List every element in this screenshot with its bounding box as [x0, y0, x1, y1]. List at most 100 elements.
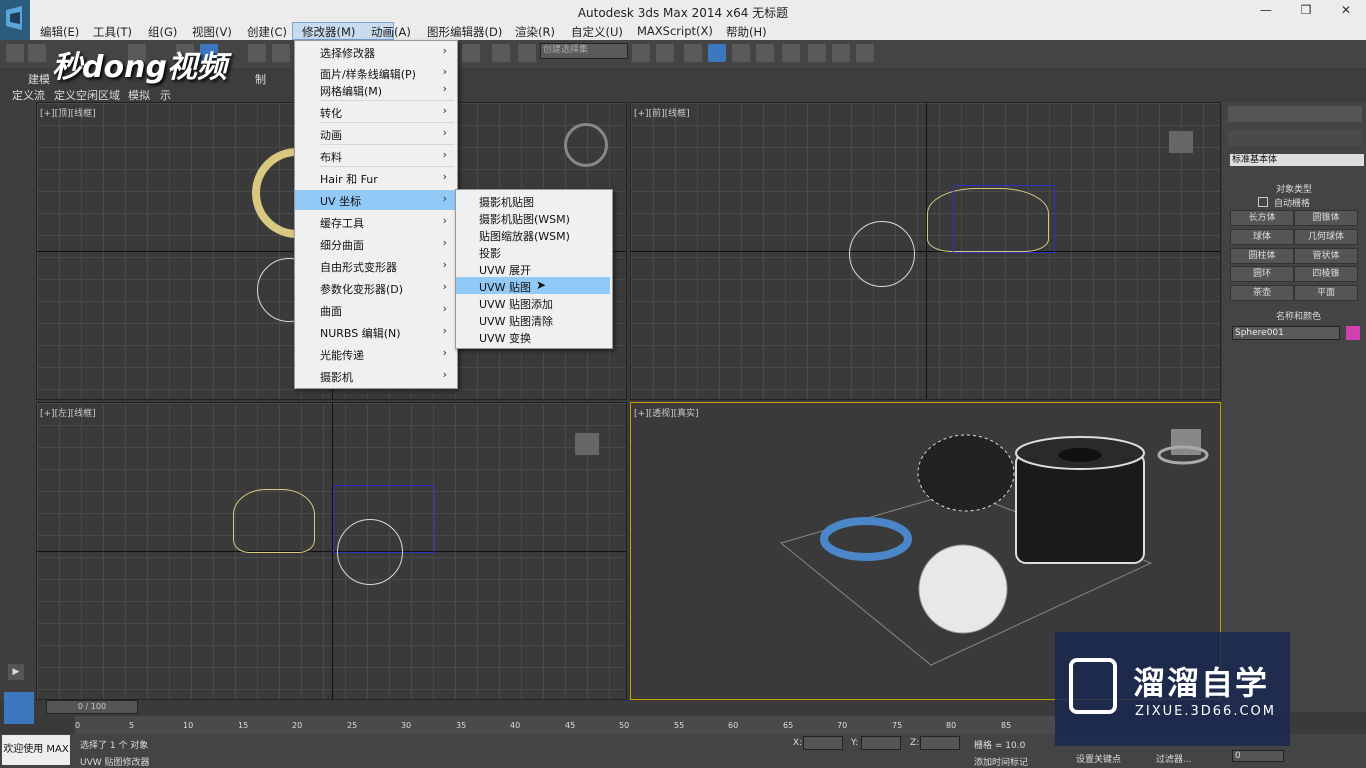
schematic-view-icon[interactable]	[756, 44, 774, 62]
curve-editor-icon[interactable]	[732, 44, 750, 62]
x-coord-field[interactable]	[803, 736, 843, 750]
menu-item-selection-modifiers[interactable]: 选择修改器 ›	[295, 42, 455, 62]
menu-item-subdivision-surfaces[interactable]: 细分曲面 ›	[295, 234, 455, 254]
menu-create[interactable]: 创建(C)	[247, 24, 287, 40]
layer-manager-icon[interactable]	[684, 44, 702, 62]
teapot-button[interactable]: 茶壶	[1230, 285, 1294, 301]
menu-item-cloth[interactable]: 布料 ›	[295, 146, 455, 166]
menu-item-cameras[interactable]: 摄影机 ›	[295, 366, 455, 386]
submenu-item-camera-map[interactable]: 摄影机贴图	[456, 192, 610, 209]
menu-item-cache-tools[interactable]: 缓存工具 ›	[295, 212, 455, 232]
autogrid-checkbox[interactable]	[1258, 197, 1268, 207]
viewport-front[interactable]: [+][前][线框]	[630, 102, 1221, 400]
minimize-button[interactable]: —	[1252, 3, 1280, 17]
scale-icon[interactable]	[272, 44, 290, 62]
viewcube-icon[interactable]	[575, 433, 599, 455]
edit-named-sets-icon[interactable]	[518, 44, 536, 62]
render-setup-icon[interactable]	[808, 44, 826, 62]
menu-group[interactable]: 组(G)	[148, 24, 177, 40]
viewcube-icon[interactable]	[564, 123, 608, 167]
scene-explorer-icon[interactable]	[708, 44, 726, 62]
menu-tools[interactable]: 工具(T)	[93, 24, 132, 40]
viewcube-icon[interactable]	[1169, 131, 1193, 153]
mirror-icon[interactable]	[632, 44, 650, 62]
maxscript-listener[interactable]: 欢迎使用 MAX	[2, 735, 70, 765]
key-filters-button[interactable]: 过滤器...	[1156, 752, 1192, 765]
viewport-layout-icon[interactable]	[4, 692, 34, 724]
link-icon[interactable]	[6, 44, 24, 62]
current-frame-field[interactable]: 0	[1232, 750, 1284, 762]
time-slider[interactable]: 0 / 100	[46, 700, 138, 714]
rotate-icon[interactable]	[248, 44, 266, 62]
sphere-button[interactable]: 球体	[1230, 229, 1294, 245]
create-category-icons[interactable]	[1228, 130, 1362, 146]
geosphere-button[interactable]: 几何球体	[1294, 229, 1358, 245]
submenu-item-uvw-map-clear[interactable]: UVW 贴图清除	[456, 311, 610, 328]
menu-customize[interactable]: 自定义(U)	[571, 24, 623, 40]
spinner-snap-icon[interactable]	[492, 44, 510, 62]
submenu-item-uvw-map-add[interactable]: UVW 贴图添加	[456, 294, 610, 311]
menu-item-conversion[interactable]: 转化 ›	[295, 102, 455, 122]
menu-modifiers[interactable]: 修改器(M)	[302, 24, 355, 40]
menu-item-parametric-deformers[interactable]: 参数化变形器(D) ›	[295, 278, 455, 298]
add-time-tag[interactable]: 添加时间标记	[974, 755, 1028, 768]
play-icon[interactable]: ▶	[8, 664, 24, 680]
angle-snap-icon[interactable]	[462, 44, 480, 62]
unlink-icon[interactable]	[28, 44, 46, 62]
maximize-button[interactable]: ❐	[1292, 3, 1320, 17]
command-panel-tabs[interactable]	[1228, 106, 1362, 122]
plane-button[interactable]: 平面	[1294, 285, 1358, 301]
sphere-wireframe[interactable]	[337, 519, 403, 585]
menu-item-mesh-editing[interactable]: 网格编辑(M) ›	[295, 80, 455, 100]
render-production-icon[interactable]	[856, 44, 874, 62]
material-editor-icon[interactable]	[782, 44, 800, 62]
app-logo-icon[interactable]	[0, 0, 30, 40]
submenu-item-unwrap-uvw[interactable]: UVW 展开	[456, 260, 610, 277]
menu-item-uv-coordinates[interactable]: UV 坐标 ›	[295, 190, 455, 210]
cone-button[interactable]: 圆锥体	[1294, 210, 1358, 226]
object-color-swatch[interactable]	[1346, 326, 1360, 340]
rollout-name-color[interactable]: 名称和颜色	[1276, 309, 1321, 322]
submenu-item-map-scaler-wsm[interactable]: 贴图缩放器(WSM)	[456, 226, 610, 243]
menu-maxscript[interactable]: MAXScript(X)	[637, 24, 713, 38]
menu-item-radiosity[interactable]: 光能传递 ›	[295, 344, 455, 364]
named-selection-set-dropdown[interactable]: 创建选择集	[540, 43, 628, 59]
tube-button[interactable]: 管状体	[1294, 248, 1358, 264]
viewport-left[interactable]: [+][左][线框]	[36, 402, 627, 700]
submenu-item-camera-map-wsm[interactable]: 摄影机贴图(WSM)	[456, 209, 610, 226]
submenu-item-projection[interactable]: 投影	[456, 243, 610, 260]
menu-rendering[interactable]: 渲染(R)	[515, 24, 555, 40]
cylinder-button[interactable]: 圆柱体	[1230, 248, 1294, 264]
sphere-wireframe[interactable]	[849, 221, 915, 287]
z-coord-field[interactable]	[920, 736, 960, 750]
close-button[interactable]: ✕	[1332, 3, 1360, 17]
menu-graph-editors[interactable]: 图形编辑器(D)	[427, 24, 502, 40]
ribbon-item-simulate[interactable]: 模拟	[128, 87, 150, 103]
ribbon-item-define-idle[interactable]: 定义空闲区域	[54, 87, 120, 103]
ribbon-tab-extra[interactable]: 制	[255, 71, 266, 87]
y-coord-field[interactable]	[861, 736, 901, 750]
primitive-type-dropdown[interactable]: 标准基本体	[1230, 154, 1364, 166]
pyramid-button[interactable]: 四棱锥	[1294, 266, 1358, 282]
object-name-input[interactable]: Sphere001	[1232, 326, 1340, 340]
menu-animation[interactable]: 动画(A)	[371, 24, 411, 40]
menu-help[interactable]: 帮助(H)	[726, 24, 767, 40]
menu-item-nurbs-editing[interactable]: NURBS 编辑(N) ›	[295, 322, 455, 342]
menu-views[interactable]: 视图(V)	[192, 24, 232, 40]
align-icon[interactable]	[656, 44, 674, 62]
submenu-item-uvw-map[interactable]: UVW 贴图 ➤	[456, 277, 610, 294]
ribbon-item-display[interactable]: 示	[160, 87, 171, 103]
ribbon-tab-modeling[interactable]: 建模	[28, 71, 50, 87]
menu-item-free-form-deformers[interactable]: 自由形式变形器 ›	[295, 256, 455, 276]
submenu-item-uvw-xform[interactable]: UVW 变换	[456, 328, 610, 345]
rollout-object-type[interactable]: 对象类型	[1276, 182, 1312, 195]
torus-button[interactable]: 圆环	[1230, 266, 1294, 282]
rendered-frame-icon[interactable]	[832, 44, 850, 62]
menu-item-surface[interactable]: 曲面 ›	[295, 300, 455, 320]
menu-item-animation[interactable]: 动画 ›	[295, 124, 455, 144]
box-button[interactable]: 长方体	[1230, 210, 1294, 226]
menu-item-hair-fur[interactable]: Hair 和 Fur ›	[295, 168, 455, 188]
set-key-button[interactable]: 设置关键点	[1076, 752, 1121, 765]
menu-edit[interactable]: 编辑(E)	[40, 24, 79, 40]
teapot-wireframe[interactable]	[233, 489, 315, 553]
